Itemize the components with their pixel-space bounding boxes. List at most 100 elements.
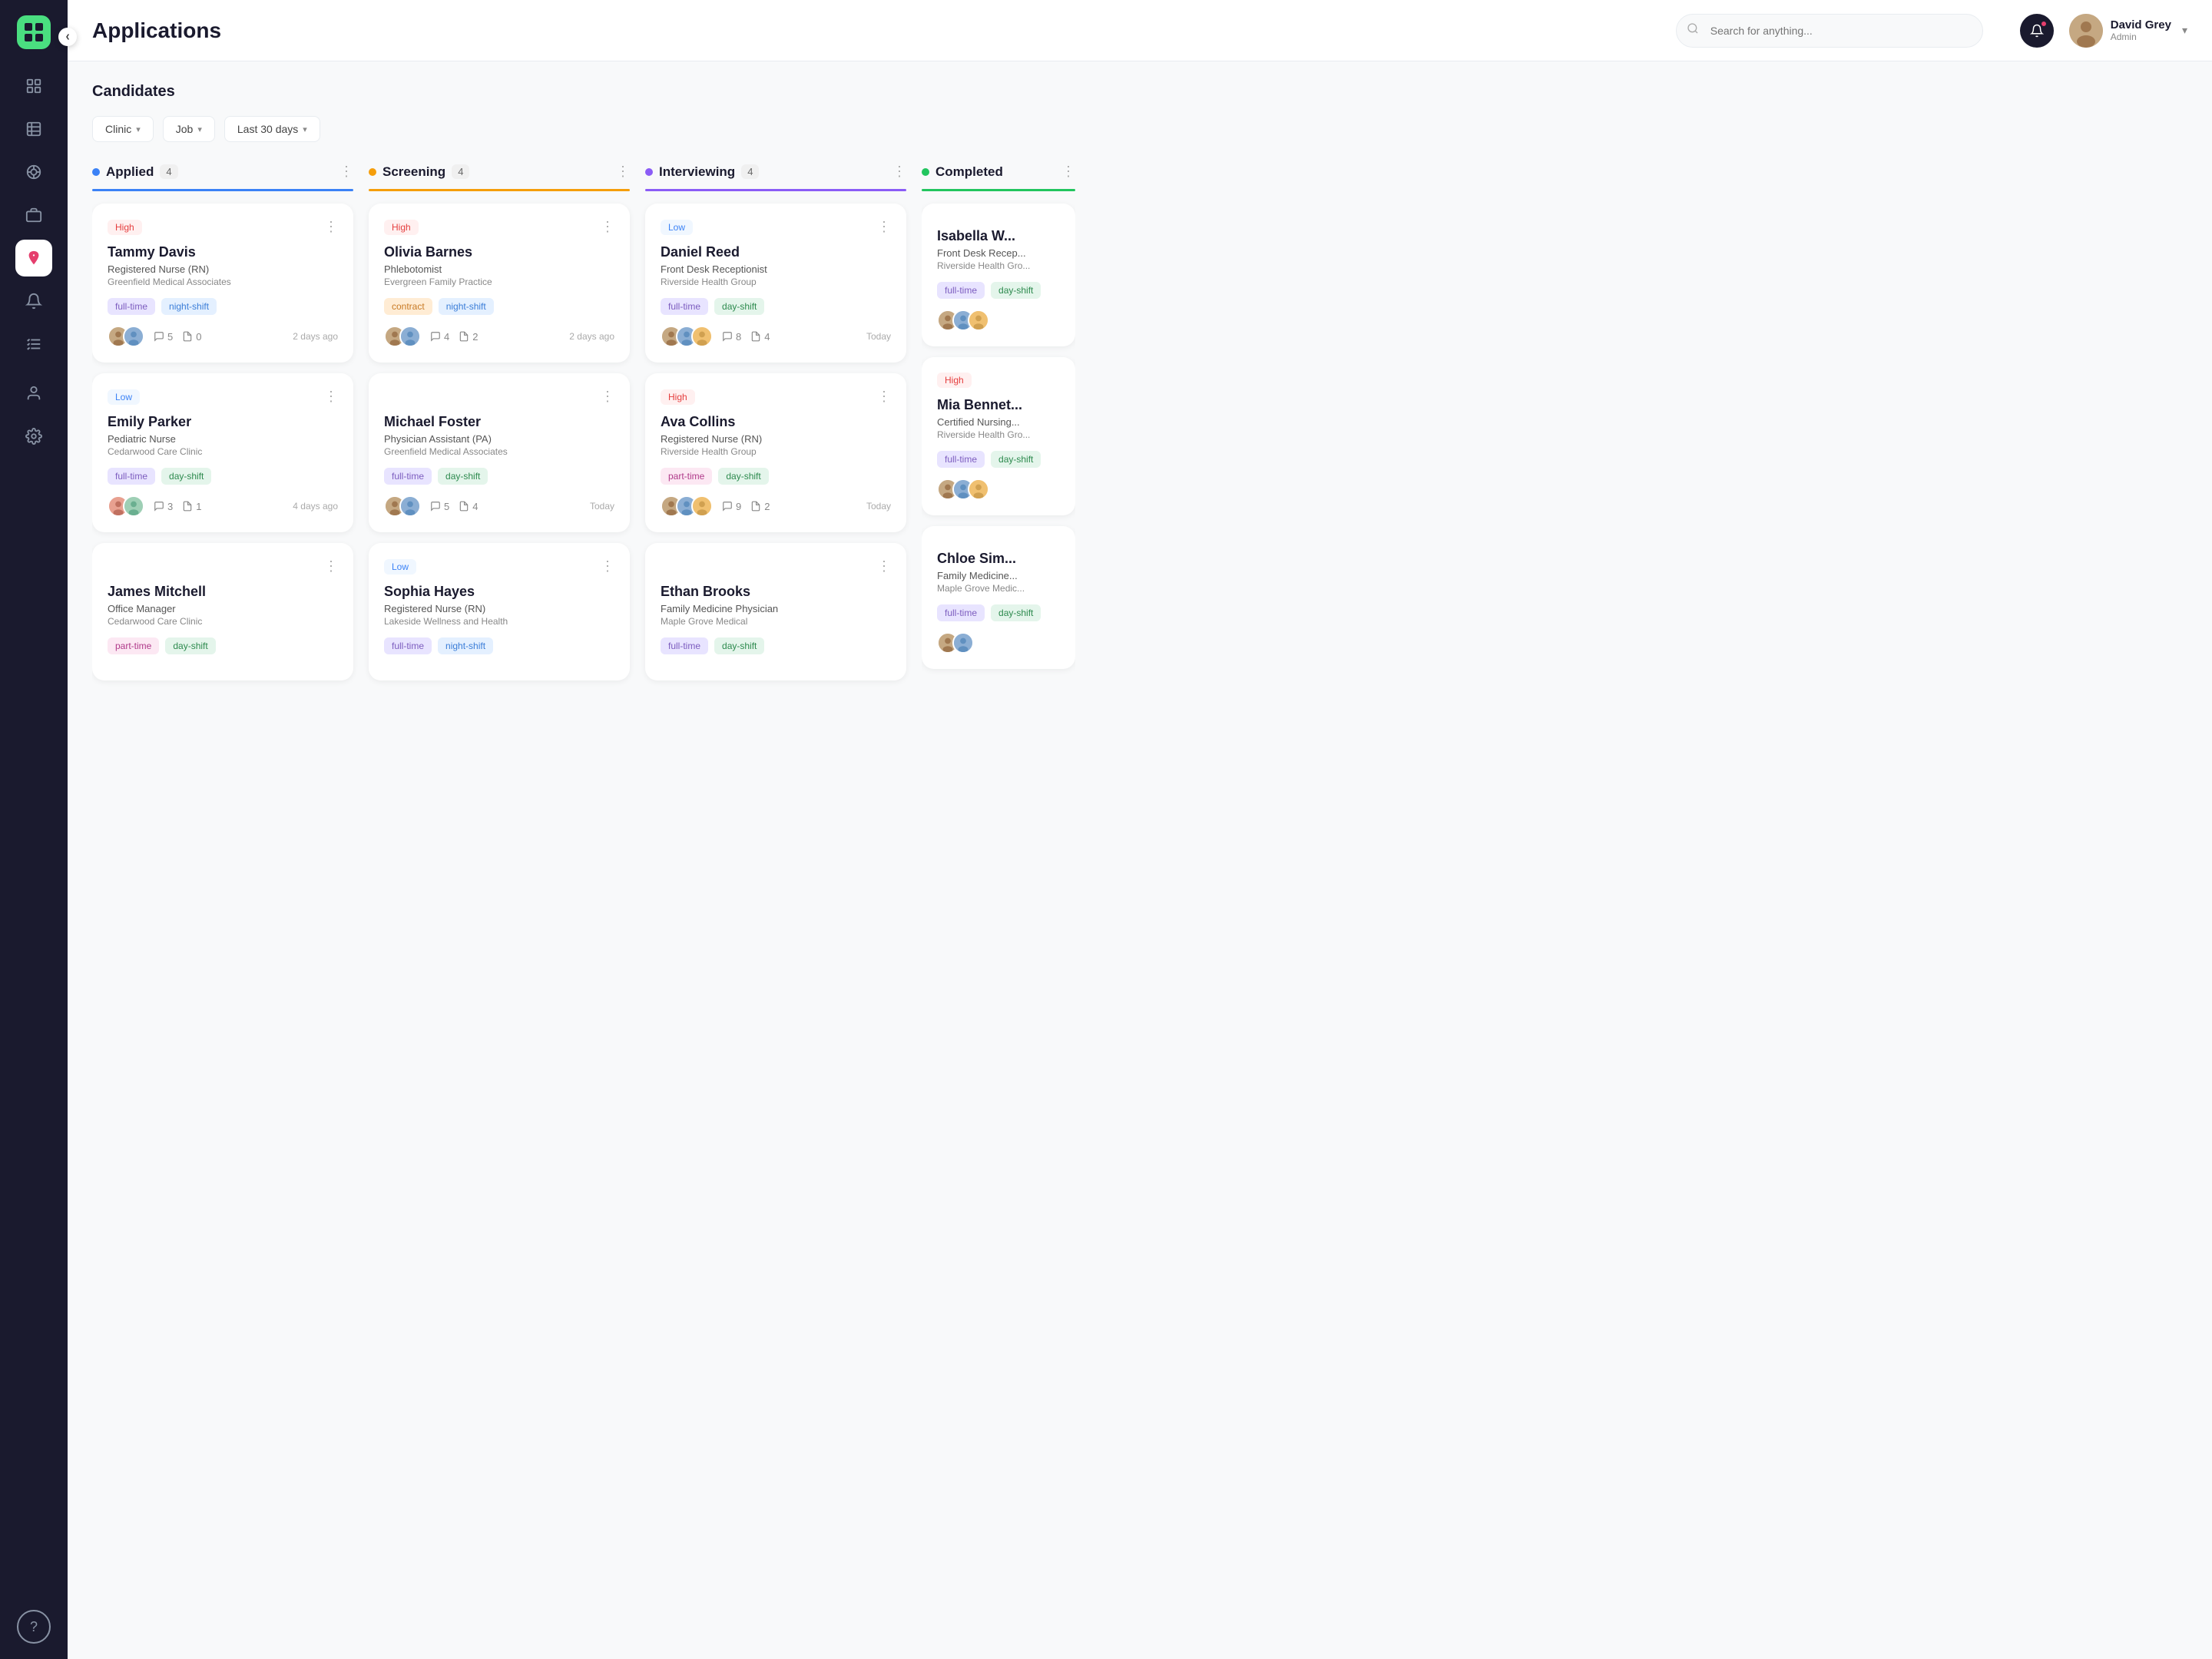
card-menu[interactable]: ⋮ <box>877 558 891 575</box>
logo[interactable] <box>17 15 51 49</box>
avatar-stack <box>384 326 421 347</box>
comments-count: 5 <box>430 501 449 512</box>
search-icon <box>1687 22 1699 38</box>
card-isabella-w[interactable]: Isabella W... Front Desk Recep... Rivers… <box>922 204 1075 346</box>
tags: full-time night-shift <box>108 298 338 315</box>
card-emily-parker[interactable]: Low ⋮ Emily Parker Pediatric Nurse Cedar… <box>92 373 353 532</box>
column-applied: Applied 4 ⋮ High ⋮ Tammy Davis Registere… <box>92 164 353 691</box>
card-ava-collins[interactable]: High ⋮ Ava Collins Registered Nurse (RN)… <box>645 373 906 532</box>
tag-fulltime: full-time <box>108 468 155 485</box>
card-menu[interactable]: ⋮ <box>324 558 338 575</box>
candidate-name: Olivia Barnes <box>384 244 614 260</box>
candidate-role: Front Desk Receptionist <box>661 263 891 275</box>
notification-button[interactable] <box>2020 14 2054 48</box>
chevron-down-icon: ▾ <box>197 124 202 134</box>
screening-count: 4 <box>452 164 469 179</box>
tag-contract: contract <box>384 298 432 315</box>
avatar-stack <box>937 478 989 500</box>
sidebar-item-tasks[interactable] <box>15 326 52 363</box>
candidate-role: Registered Nurse (RN) <box>384 603 614 614</box>
card-menu[interactable]: ⋮ <box>601 219 614 235</box>
tags: part-time day-shift <box>108 637 338 654</box>
interviewing-menu[interactable]: ⋮ <box>892 164 906 180</box>
card-menu[interactable]: ⋮ <box>601 389 614 405</box>
applied-count: 4 <box>160 164 177 179</box>
filter-job-label: Job <box>176 123 194 135</box>
sidebar: ? <box>0 0 68 1659</box>
search-input[interactable] <box>1676 14 1983 48</box>
sidebar-item-applications[interactable] <box>15 240 52 276</box>
tag-parttime: part-time <box>108 637 159 654</box>
tag-nightshift: night-shift <box>439 298 494 315</box>
sidebar-item-profile[interactable] <box>15 375 52 412</box>
sidebar-item-jobs[interactable] <box>15 197 52 233</box>
sidebar-item-notifications[interactable] <box>15 283 52 320</box>
header: Applications David Grey Admin ▾ <box>68 0 2212 61</box>
time-ago: Today <box>866 331 891 342</box>
tags: full-time day-shift <box>937 604 1060 621</box>
candidate-name: Emily Parker <box>108 414 338 430</box>
user-menu[interactable]: David Grey Admin ▾ <box>2069 14 2187 48</box>
screening-menu[interactable]: ⋮ <box>616 164 630 180</box>
filters: Clinic ▾ Job ▾ Last 30 days ▾ <box>92 116 2187 142</box>
search-container <box>1676 14 1983 48</box>
tag-dayshift: day-shift <box>991 451 1041 468</box>
priority-badge: High <box>937 373 972 388</box>
card-tammy-davis[interactable]: High ⋮ Tammy Davis Registered Nurse (RN)… <box>92 204 353 363</box>
column-interviewing: Interviewing 4 ⋮ Low ⋮ Daniel Reed Front… <box>645 164 906 691</box>
tag-dayshift: day-shift <box>161 468 211 485</box>
filter-clinic[interactable]: Clinic ▾ <box>92 116 154 142</box>
avatar-stack <box>937 632 974 654</box>
candidate-role: Registered Nurse (RN) <box>661 433 891 445</box>
card-menu[interactable]: ⋮ <box>601 558 614 575</box>
card-menu[interactable]: ⋮ <box>324 389 338 405</box>
card-header: Low ⋮ <box>108 389 338 405</box>
avatar-stack <box>661 495 713 517</box>
kanban-board: Applied 4 ⋮ High ⋮ Tammy Davis Registere… <box>92 164 2187 707</box>
help-button[interactable]: ? <box>17 1610 51 1644</box>
time-ago: Today <box>866 501 891 512</box>
applied-dot <box>92 168 100 176</box>
sidebar-item-network[interactable] <box>15 154 52 190</box>
card-header: Low ⋮ <box>384 558 614 575</box>
chevron-down-icon: ▾ <box>136 124 141 134</box>
card-menu[interactable]: ⋮ <box>324 219 338 235</box>
sidebar-item-reports[interactable] <box>15 111 52 147</box>
card-menu[interactable]: ⋮ <box>877 219 891 235</box>
card-james-mitchell[interactable]: ⋮ James Mitchell Office Manager Cedarwoo… <box>92 543 353 680</box>
card-header: Low ⋮ <box>661 219 891 235</box>
avatar-stack <box>108 495 144 517</box>
tag-parttime: part-time <box>661 468 712 485</box>
page-title: Applications <box>92 18 221 43</box>
avatar <box>399 326 421 347</box>
card-daniel-reed[interactable]: Low ⋮ Daniel Reed Front Desk Receptionis… <box>645 204 906 363</box>
completed-menu[interactable]: ⋮ <box>1061 164 1075 180</box>
chevron-down-icon: ▾ <box>2182 24 2187 37</box>
filter-date[interactable]: Last 30 days ▾ <box>224 116 320 142</box>
card-olivia-barnes[interactable]: High ⋮ Olivia Barnes Phlebotomist Evergr… <box>369 204 630 363</box>
candidate-clinic: Maple Grove Medical <box>661 616 891 627</box>
sidebar-item-dashboard[interactable] <box>15 68 52 104</box>
files-count: 4 <box>459 501 478 512</box>
card-sophia-hayes[interactable]: Low ⋮ Sophia Hayes Registered Nurse (RN)… <box>369 543 630 680</box>
priority-badge: High <box>384 220 419 235</box>
card-footer: 5 4 Today <box>384 495 614 517</box>
applied-menu[interactable]: ⋮ <box>339 164 353 180</box>
sidebar-toggle[interactable] <box>58 28 77 46</box>
card-ethan-brooks[interactable]: ⋮ Ethan Brooks Family Medicine Physician… <box>645 543 906 680</box>
card-header: High <box>937 373 1060 388</box>
page-content: Candidates Clinic ▾ Job ▾ Last 30 days ▾ <box>68 61 2212 1659</box>
tag-dayshift: day-shift <box>714 298 764 315</box>
card-michael-foster[interactable]: ⋮ Michael Foster Physician Assistant (PA… <box>369 373 630 532</box>
tags: contract night-shift <box>384 298 614 315</box>
candidate-role: Office Manager <box>108 603 338 614</box>
sidebar-item-settings[interactable] <box>15 418 52 455</box>
filter-job[interactable]: Job ▾ <box>163 116 215 142</box>
candidate-name: Mia Bennet... <box>937 397 1060 413</box>
card-chloe-sim[interactable]: Chloe Sim... Family Medicine... Maple Gr… <box>922 526 1075 669</box>
card-menu[interactable]: ⋮ <box>877 389 891 405</box>
candidate-clinic: Greenfield Medical Associates <box>384 446 614 457</box>
card-mia-bennet[interactable]: High Mia Bennet... Certified Nursing... … <box>922 357 1075 515</box>
filter-date-label: Last 30 days <box>237 123 298 135</box>
comments-count: 8 <box>722 331 741 343</box>
